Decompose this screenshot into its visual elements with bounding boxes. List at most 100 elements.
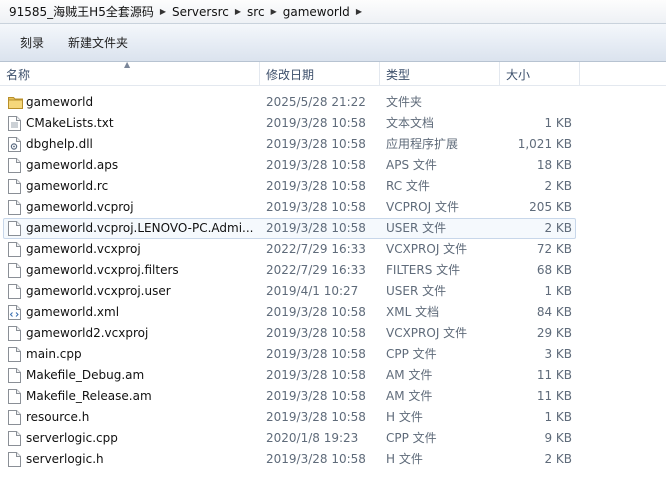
file-type: 文件夹 xyxy=(386,95,423,109)
breadcrumb-label: 91585_海贼王H5全套源码 xyxy=(9,5,154,19)
file-size: 18 KB xyxy=(536,158,572,172)
file-modified-date: 2019/3/28 10:58 xyxy=(266,305,366,319)
burn-button[interactable]: 刻录 xyxy=(8,30,56,55)
file-size: 11 KB xyxy=(536,368,572,382)
file-size: 2 KB xyxy=(544,179,572,193)
file-type: USER 文件 xyxy=(386,221,447,235)
file-icon xyxy=(8,368,21,383)
breadcrumb-label: Serversrc xyxy=(172,4,229,19)
file-icon xyxy=(8,242,21,257)
chevron-right-icon[interactable]: ▶ xyxy=(271,7,277,16)
file-icon xyxy=(8,179,21,194)
file-name: gameworld.vcxproj.filters xyxy=(26,263,179,277)
file-name: gameworld.aps xyxy=(26,158,119,172)
file-type: XML 文档 xyxy=(386,305,440,319)
file-icon xyxy=(8,158,21,173)
file-type: USER 文件 xyxy=(386,284,447,298)
file-modified-date: 2019/3/28 10:58 xyxy=(266,221,366,235)
file-size: 2 KB xyxy=(544,452,572,466)
breadcrumb-item-gameworld[interactable]: gameworld ▶ xyxy=(280,0,365,24)
chevron-right-icon[interactable]: ▶ xyxy=(235,7,241,16)
file-type: CPP 文件 xyxy=(386,431,437,445)
file-modified-date: 2019/3/28 10:58 xyxy=(266,158,366,172)
file-row[interactable]: serverlogic.h 2019/3/28 10:58 H 文件 2 KB xyxy=(0,449,666,470)
sort-ascending-icon: ▲ xyxy=(124,60,131,69)
file-icon xyxy=(8,347,21,362)
file-row[interactable]: gameworld.vcxproj.filters 2022/7/29 16:33… xyxy=(0,260,666,281)
dll-file-icon xyxy=(8,137,21,152)
file-row[interactable]: serverlogic.cpp 2020/1/8 19:23 CPP 文件 9 KB xyxy=(0,428,666,449)
column-header-size[interactable]: 大小 xyxy=(500,62,580,86)
column-header-label: 类型 xyxy=(386,67,411,82)
file-type: 文本文档 xyxy=(386,116,435,130)
file-modified-date: 2019/3/28 10:58 xyxy=(266,389,366,403)
file-name: dbghelp.dll xyxy=(26,137,93,151)
file-row[interactable]: gameworld 2025/5/28 21:22 文件夹 xyxy=(0,92,666,113)
file-size: 72 KB xyxy=(536,242,572,256)
chevron-right-icon[interactable]: ▶ xyxy=(356,7,362,16)
breadcrumb-label: gameworld xyxy=(282,4,350,19)
file-icon xyxy=(8,326,21,341)
file-row[interactable]: dbghelp.dll 2019/3/28 10:58 应用程序扩展 1,021 KB xyxy=(0,134,666,155)
file-modified-date: 2022/7/29 16:33 xyxy=(266,263,366,277)
file-icon xyxy=(8,200,21,215)
file-row[interactable]: gameworld.vcproj 2019/3/28 10:58 VCPROJ 文件… xyxy=(0,197,666,218)
file-name: serverlogic.cpp xyxy=(26,431,118,445)
chevron-right-icon[interactable]: ▶ xyxy=(160,7,166,16)
file-size: 11 KB xyxy=(536,389,572,403)
text-file-icon xyxy=(8,116,21,131)
file-modified-date: 2019/3/28 10:58 xyxy=(266,200,366,214)
column-header-label: 名称 xyxy=(6,67,31,82)
file-type: VCXPROJ 文件 xyxy=(386,326,468,340)
file-icon xyxy=(8,452,21,467)
file-modified-date: 2019/3/28 10:58 xyxy=(266,410,366,424)
file-row[interactable]: CMakeLists.txt 2019/3/28 10:58 文本文档 1 KB xyxy=(0,113,666,134)
file-type: FILTERS 文件 xyxy=(386,263,461,277)
file-type: VCPROJ 文件 xyxy=(386,200,459,214)
file-size: 84 KB xyxy=(536,305,572,319)
file-modified-date: 2019/3/28 10:58 xyxy=(266,452,366,466)
file-type: CPP 文件 xyxy=(386,347,437,361)
file-modified-date: 2020/1/8 19:23 xyxy=(266,431,359,445)
file-row[interactable]: gameworld.aps 2019/3/28 10:58 APS 文件 18 KB xyxy=(0,155,666,176)
new-folder-button[interactable]: 新建文件夹 xyxy=(56,30,140,55)
file-row[interactable]: gameworld.vcxproj 2022/7/29 16:33 VCXPROJ … xyxy=(0,239,666,260)
column-header-name[interactable]: 名称 ▲ xyxy=(0,60,260,86)
file-row[interactable]: gameworld.vcxproj.user 2019/4/1 10:27 USER… xyxy=(0,281,666,302)
file-size: 1 KB xyxy=(544,410,572,424)
file-row[interactable]: gameworld.rc 2019/3/28 10:58 RC 文件 2 KB xyxy=(0,176,666,197)
file-row[interactable]: resource.h 2019/3/28 10:58 H 文件 1 KB xyxy=(0,407,666,428)
breadcrumb: 91585_海贼王H5全套源码 ▶ Serversrc ▶ src ▶ game… xyxy=(0,0,666,24)
file-icon xyxy=(8,263,21,278)
file-name: CMakeLists.txt xyxy=(26,116,114,130)
file-name: gameworld xyxy=(26,95,94,109)
file-size: 2 KB xyxy=(544,221,572,235)
file-row[interactable]: gameworld2.vcxproj 2019/3/28 10:58 VCXPROJ… xyxy=(0,323,666,344)
file-row[interactable]: Makefile_Debug.am 2019/3/28 10:58 AM 文件 11 … xyxy=(0,365,666,386)
file-row[interactable]: gameworld.xml 2019/3/28 10:58 XML 文档 84 KB xyxy=(0,302,666,323)
file-type: VCXPROJ 文件 xyxy=(386,242,468,256)
breadcrumb-item-root[interactable]: 91585_海贼王H5全套源码 ▶ xyxy=(6,0,169,24)
breadcrumb-label: src xyxy=(247,4,265,19)
file-name: gameworld.vcproj.LENOVO-PC.Admi... xyxy=(26,221,254,235)
file-name: main.cpp xyxy=(26,347,82,361)
folder-icon xyxy=(8,95,23,110)
column-header-date[interactable]: 修改日期 xyxy=(260,62,380,86)
file-row[interactable]: Makefile_Release.am 2019/3/28 10:58 AM 文件 1… xyxy=(0,386,666,407)
file-list: gameworld 2025/5/28 21:22 文件夹 CMakeLists.tx… xyxy=(0,92,666,470)
file-size: 1 KB xyxy=(544,284,572,298)
breadcrumb-item-serversrc[interactable]: Serversrc ▶ xyxy=(169,0,244,24)
file-size: 1,021 KB xyxy=(517,137,572,151)
file-size xyxy=(498,92,572,113)
breadcrumb-item-src[interactable]: src ▶ xyxy=(244,0,280,24)
file-type: H 文件 xyxy=(386,452,423,466)
column-header-type[interactable]: 类型 xyxy=(380,62,500,86)
file-row[interactable]: gameworld.vcproj.LENOVO-PC.Admi... 2019/3… xyxy=(0,218,666,239)
file-row[interactable]: main.cpp 2019/3/28 10:58 CPP 文件 3 KB xyxy=(0,344,666,365)
file-name: gameworld.xml xyxy=(26,305,120,319)
file-icon xyxy=(8,410,21,425)
file-modified-date: 2019/3/28 10:58 xyxy=(266,116,366,130)
column-header-row: 名称 ▲ 修改日期 类型 大小 xyxy=(0,60,666,86)
file-size: 29 KB xyxy=(536,326,572,340)
column-header-label: 大小 xyxy=(506,67,531,82)
